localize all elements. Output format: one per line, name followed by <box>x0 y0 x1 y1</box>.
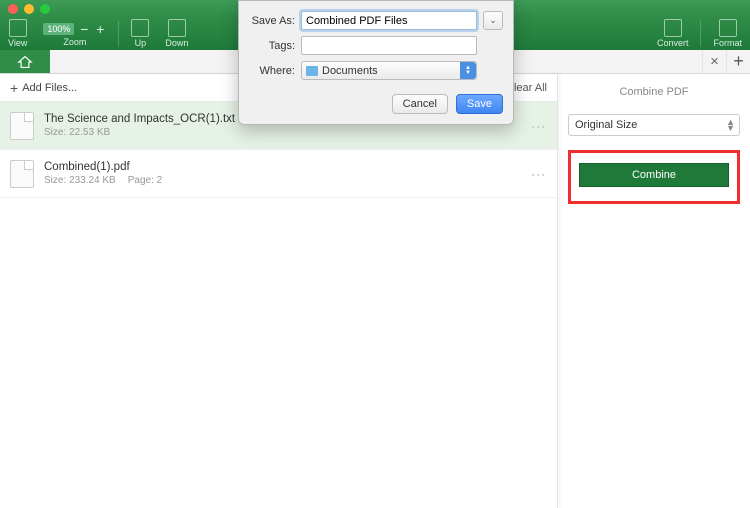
file-info: The Science and Impacts_OCR(1).txt Size:… <box>44 113 235 138</box>
zoom-in-icon[interactable]: + <box>94 21 106 37</box>
toolbar-divider <box>700 21 701 47</box>
arrow-up-icon <box>131 19 149 37</box>
where-value: Documents <box>322 65 378 77</box>
add-files-button[interactable]: + Add Files... <box>10 80 77 96</box>
save-as-label: Save As: <box>249 15 301 27</box>
main-area: + Add Files... Clear All The Science and… <box>0 74 750 508</box>
format-icon <box>719 19 737 37</box>
combine-panel: Combine PDF Original Size ▲▼ Combine <box>558 74 750 508</box>
expand-dialog-button[interactable]: ⌄ <box>483 11 503 30</box>
save-dialog: Save As: ⌄ Tags: Where: Documents ▲▼ Can… <box>238 0 514 125</box>
file-size: Size: 22.53 KB <box>44 127 110 138</box>
page-size-select[interactable]: Original Size ▲▼ <box>568 114 740 136</box>
add-files-label: Add Files... <box>22 82 77 94</box>
down-label: Down <box>165 38 188 48</box>
file-page: Page: 2 <box>128 175 162 186</box>
zoom-value[interactable]: 100% <box>43 23 74 35</box>
file-name: Combined(1).pdf <box>44 161 162 173</box>
format-button[interactable]: Format <box>705 17 750 50</box>
more-icon[interactable]: ⋮ <box>530 168 547 181</box>
page-size-value: Original Size <box>575 119 637 131</box>
more-icon[interactable]: ⋮ <box>530 120 547 133</box>
file-info: Combined(1).pdf Size: 233.24 KB Page: 2 <box>44 161 162 186</box>
save-as-input[interactable] <box>301 11 477 30</box>
convert-label: Convert <box>657 38 689 48</box>
document-icon <box>10 160 34 188</box>
cancel-button[interactable]: Cancel <box>392 94 448 114</box>
chevron-down-icon: ⌄ <box>489 15 497 26</box>
traffic-light-close[interactable] <box>8 4 18 14</box>
combine-button[interactable]: Combine <box>579 163 729 187</box>
panel-title: Combine PDF <box>568 82 740 114</box>
home-icon <box>17 55 33 69</box>
select-stepper-icon: ▲▼ <box>460 62 476 79</box>
zoom-out-icon[interactable]: − <box>78 21 90 37</box>
up-label: Up <box>135 38 147 48</box>
home-tab[interactable] <box>0 50 50 73</box>
view-icon <box>9 19 27 37</box>
new-tab-button[interactable]: + <box>726 50 750 73</box>
convert-button[interactable]: Convert <box>649 17 697 50</box>
zoom-control[interactable]: 100% − + Zoom <box>35 17 114 50</box>
close-tab-button[interactable]: × <box>702 50 726 73</box>
where-select[interactable]: Documents ▲▼ <box>301 61 477 80</box>
save-button[interactable]: Save <box>456 94 503 114</box>
file-list-panel: + Add Files... Clear All The Science and… <box>0 74 558 508</box>
annotation-highlight: Combine <box>568 150 740 204</box>
view-label: View <box>8 38 27 48</box>
traffic-light-minimize[interactable] <box>24 4 34 14</box>
toolbar-divider <box>118 21 119 47</box>
document-icon <box>10 112 34 140</box>
where-label: Where: <box>249 65 301 77</box>
format-label: Format <box>713 38 742 48</box>
up-button[interactable]: Up <box>123 17 157 50</box>
traffic-light-zoom[interactable] <box>40 4 50 14</box>
file-name: The Science and Impacts_OCR(1).txt <box>44 113 235 125</box>
arrow-down-icon <box>168 19 186 37</box>
plus-icon: + <box>10 80 18 96</box>
file-size: Size: 233.24 KB <box>44 175 116 186</box>
convert-icon <box>664 19 682 37</box>
view-button[interactable]: View <box>0 17 35 50</box>
tags-label: Tags: <box>249 40 301 52</box>
folder-icon <box>306 66 318 76</box>
down-button[interactable]: Down <box>157 17 196 50</box>
tags-input[interactable] <box>301 36 477 55</box>
select-caret-icon: ▲▼ <box>726 119 735 131</box>
file-row[interactable]: Combined(1).pdf Size: 233.24 KB Page: 2 … <box>0 150 557 198</box>
zoom-label: Zoom <box>63 37 86 47</box>
